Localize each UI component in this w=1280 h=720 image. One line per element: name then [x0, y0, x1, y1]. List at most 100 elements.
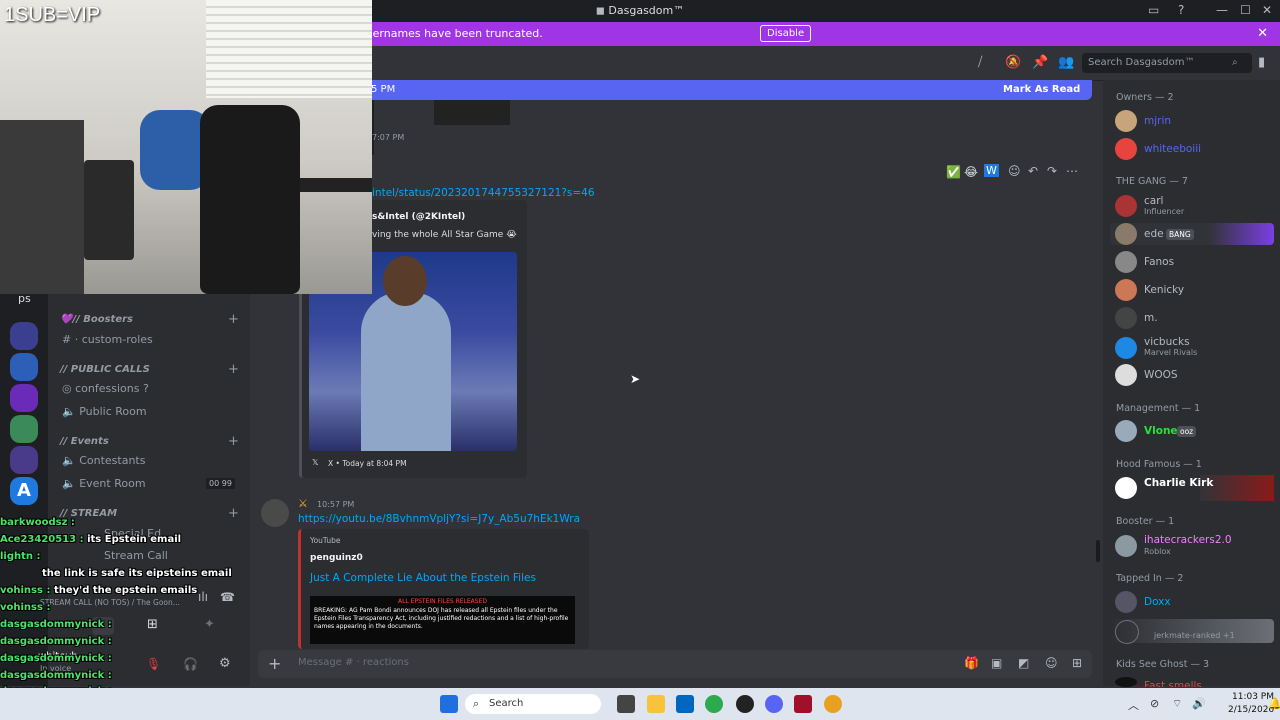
- file-explorer-icon[interactable]: [647, 695, 665, 713]
- new-messages-bar[interactable]: 5 PM Mark As Read: [365, 80, 1092, 100]
- youtube-thumbnail[interactable]: ALL EPSTEIN FILES RELEASED BREAKING: AG …: [310, 596, 575, 644]
- reaction-w-icon[interactable]: W: [984, 164, 999, 177]
- server-icon-2[interactable]: [10, 353, 38, 381]
- avatar[interactable]: [1115, 307, 1137, 329]
- apps-icon[interactable]: ⊞: [1072, 656, 1082, 670]
- settings-gear-icon[interactable]: ⚙: [219, 656, 231, 671]
- threads-icon[interactable]: ⧸: [978, 55, 982, 70]
- member-name[interactable]: carl: [1144, 195, 1163, 207]
- minimize-icon[interactable]: —: [1216, 3, 1228, 17]
- avatar[interactable]: [261, 499, 289, 527]
- more-icon[interactable]: ⋯: [1066, 164, 1078, 178]
- avatar[interactable]: [1115, 251, 1137, 273]
- category-events[interactable]: // Events: [60, 436, 109, 447]
- emoji-icon[interactable]: ☺: [1045, 656, 1058, 670]
- sound-wave-icon[interactable]: ılı: [198, 590, 208, 604]
- add-channel-icon[interactable]: +: [228, 434, 239, 449]
- add-channel-icon[interactable]: +: [228, 362, 239, 377]
- mark-as-read-button[interactable]: Mark As Read: [1003, 84, 1080, 95]
- app-a-icon[interactable]: [794, 695, 812, 713]
- notification-bell-icon[interactable]: 🔔: [1268, 697, 1280, 710]
- reaction-check-icon[interactable]: ✅: [946, 165, 961, 179]
- wifi-icon[interactable]: ⌔: [1172, 697, 1182, 711]
- tray-chevron-icon[interactable]: ︿: [1128, 697, 1139, 713]
- channel-event-room[interactable]: 🔈 Event Room: [62, 477, 146, 490]
- obs-icon[interactable]: [736, 695, 754, 713]
- sticker-icon[interactable]: ◩: [1018, 656, 1029, 670]
- member-name[interactable]: Fanos: [1144, 256, 1174, 268]
- gift-icon[interactable]: 🎁: [964, 656, 979, 670]
- member-name[interactable]: ede: [1144, 228, 1164, 240]
- channel-public-room[interactable]: 🔈 Public Room: [62, 405, 147, 418]
- youtube-link[interactable]: https://youtu.be/8BvhnmVpljY?si=J7y_Ab5u…: [298, 513, 580, 525]
- disconnect-icon[interactable]: ☎: [220, 590, 235, 604]
- add-channel-icon[interactable]: +: [228, 312, 239, 327]
- server-icon-a[interactable]: A: [10, 477, 38, 505]
- avatar[interactable]: [1115, 620, 1139, 644]
- windows-start-icon[interactable]: [440, 695, 458, 713]
- channel-custom-roles[interactable]: # · custom-roles: [62, 333, 153, 346]
- channel-contestants[interactable]: 🔈 Contestants: [62, 454, 145, 467]
- member-name[interactable]: vicbucks: [1144, 336, 1190, 348]
- member-name[interactable]: mjrin: [1144, 115, 1171, 127]
- channel-confessions[interactable]: ◎ confessions ?: [62, 382, 149, 395]
- pin-icon[interactable]: 📌: [1032, 55, 1048, 70]
- avatar[interactable]: [1115, 223, 1137, 245]
- add-channel-icon[interactable]: +: [228, 506, 239, 521]
- mute-icon[interactable]: 🎙: [146, 657, 161, 671]
- embed-channel[interactable]: penguinz0: [310, 553, 363, 563]
- member-name[interactable]: Vlone: [1144, 425, 1178, 437]
- avatar[interactable]: [1115, 279, 1137, 301]
- chrome-icon[interactable]: [705, 695, 723, 713]
- server-icon-3[interactable]: [10, 384, 38, 412]
- inbox-icon[interactable]: ▭: [1148, 3, 1159, 17]
- reaction-laugh-icon[interactable]: 😂: [964, 165, 978, 179]
- members-icon[interactable]: 👥: [1058, 55, 1074, 70]
- tweet-link[interactable]: intel/status/2023201744755327121?s=46: [372, 187, 595, 199]
- help-icon[interactable]: ?: [1178, 3, 1184, 17]
- scrollbar-thumb[interactable]: [1096, 540, 1100, 562]
- message-input[interactable]: + Message # · reactions 🎁 ▣ ◩ ☺ ⊞: [258, 650, 1092, 678]
- add-reaction-icon[interactable]: ☺: [1008, 164, 1021, 178]
- embed-title[interactable]: Just A Complete Lie About the Epstein Fi…: [310, 572, 536, 584]
- avatar[interactable]: [1115, 677, 1137, 687]
- deafen-icon[interactable]: 🎧: [183, 657, 198, 671]
- close-banner-icon[interactable]: ✕: [1257, 26, 1268, 41]
- member-name[interactable]: whiteeboiii: [1144, 143, 1201, 155]
- forward-icon[interactable]: ↷: [1047, 164, 1057, 178]
- channel-stream-call[interactable]: Stream Call: [104, 549, 168, 562]
- avatar[interactable]: [1115, 420, 1137, 442]
- disable-button[interactable]: Disable: [760, 25, 812, 42]
- avatar[interactable]: [1115, 477, 1137, 499]
- tweet-author[interactable]: s&Intel (@2KIntel): [372, 212, 465, 222]
- server-icon-5[interactable]: [10, 446, 38, 474]
- activity-icon[interactable]: ⊞: [147, 617, 158, 632]
- member-name[interactable]: Fast smells: [1144, 680, 1202, 687]
- gif-icon[interactable]: ▣: [991, 656, 1002, 670]
- close-window-icon[interactable]: ✕: [1262, 3, 1272, 17]
- member-name[interactable]: Doxx: [1144, 596, 1171, 608]
- search-input[interactable]: Search Dasgasdom™ ⌕: [1082, 53, 1252, 73]
- member-name[interactable]: Charlie Kirk: [1144, 477, 1213, 489]
- volume-icon[interactable]: 🔊: [1192, 697, 1206, 710]
- server-icon-1[interactable]: [10, 322, 38, 350]
- category-public-calls[interactable]: // PUBLIC CALLS: [60, 364, 150, 375]
- category-boosters[interactable]: 💜// Boosters: [60, 314, 133, 325]
- avatar[interactable]: [1115, 591, 1137, 613]
- member-name[interactable]: WOOS: [1144, 369, 1178, 381]
- browser-icon[interactable]: [824, 695, 842, 713]
- soundboard-icon[interactable]: ✦: [204, 617, 215, 632]
- taskbar-search[interactable]: ⌕ Search: [465, 694, 601, 714]
- store-icon[interactable]: [676, 695, 694, 713]
- member-name[interactable]: Kenicky: [1144, 284, 1184, 296]
- bookmark-icon[interactable]: ▮: [1258, 55, 1265, 70]
- notification-icon[interactable]: 🔕: [1005, 55, 1021, 70]
- member-name[interactable]: m.: [1144, 312, 1158, 324]
- add-attachment-icon[interactable]: +: [268, 654, 281, 673]
- member-name[interactable]: ihatecrackers2.0: [1144, 534, 1232, 546]
- network-icon[interactable]: ⊘: [1150, 697, 1159, 710]
- maximize-icon[interactable]: ☐: [1240, 3, 1251, 17]
- avatar[interactable]: [1115, 110, 1137, 132]
- server-icon-4[interactable]: [10, 415, 38, 443]
- discord-icon[interactable]: [765, 695, 783, 713]
